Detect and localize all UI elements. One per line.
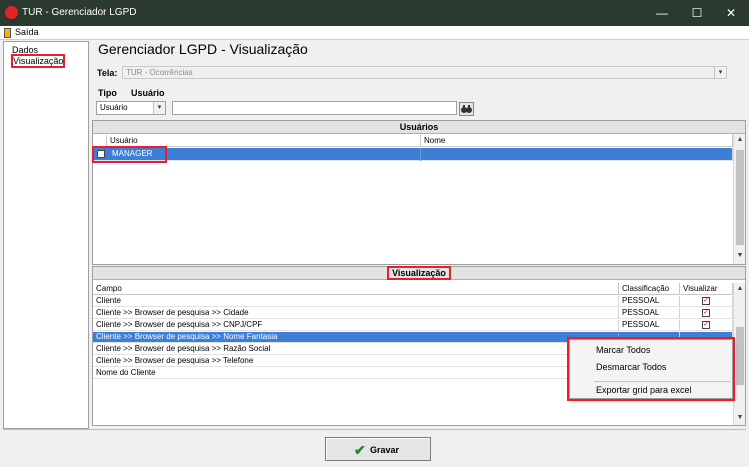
cell-campo: Cliente >> Browser de pesquisa >> Telefo… — [93, 356, 619, 367]
context-menu: Marcar Todos Desmarcar Todos Exportar gr… — [567, 337, 735, 401]
binoculars-icon — [461, 105, 472, 113]
menu-separator — [594, 381, 730, 382]
tipo-label: Tipo — [98, 88, 117, 98]
column-header-nome[interactable]: Nome — [421, 135, 733, 147]
cell-classificacao: PESSOAL — [619, 320, 680, 331]
column-header-visualizar[interactable]: Visualizar — [680, 283, 733, 295]
column-header-usuario[interactable]: Usuário — [107, 135, 421, 147]
sidebar-item-visualizacao[interactable]: Visualização — [10, 54, 66, 68]
cell-campo: Cliente >> Browser de pesquisa >> Razão … — [93, 344, 619, 355]
scroll-down-icon[interactable]: ▼ — [734, 414, 746, 421]
window-title: TUR - Gerenciador LGPD — [22, 7, 137, 18]
tela-label: Tela: — [97, 68, 118, 78]
tela-value: TUR - Ocorrências — [126, 68, 193, 77]
cell-campo: Cliente — [93, 296, 619, 307]
chevron-down-icon: ▾ — [714, 67, 726, 78]
cell-visualizar: ✓ — [680, 320, 733, 331]
cell-campo: Nome do Cliente — [93, 368, 619, 379]
title-bar: TUR - Gerenciador LGPD — ☐ ✕ — [0, 0, 749, 26]
visualizacao-scrollbar[interactable]: ▲ ▼ — [733, 283, 745, 425]
visualizar-checkbox[interactable]: ✓ — [702, 297, 710, 305]
column-header-campo[interactable]: Campo — [93, 283, 619, 295]
scroll-down-icon[interactable]: ▼ — [734, 252, 746, 259]
cell-campo: Cliente >> Browser de pesquisa >> Cidade — [93, 308, 619, 319]
usuarios-grid: Usuários Usuário Nome MANAGER ▲ ▼ — [92, 120, 746, 265]
visualizacao-grid-title-bar: Visualização — [93, 266, 745, 280]
cell-classificacao: PESSOAL — [619, 308, 680, 319]
exit-icon[interactable] — [4, 28, 11, 38]
cell-classificacao: PESSOAL — [619, 296, 680, 307]
checkmark-icon: ✔ — [354, 442, 366, 458]
cell-campo: Cliente >> Browser de pesquisa >> Nome F… — [93, 332, 619, 343]
row-indicator-header — [93, 135, 107, 147]
tela-select[interactable]: TUR - Ocorrências ▾ — [122, 66, 727, 79]
usuarios-scrollbar[interactable]: ▲ ▼ — [733, 134, 745, 264]
search-button[interactable] — [459, 102, 474, 116]
visualizar-checkbox[interactable]: ✓ — [702, 309, 710, 317]
maximize-button[interactable]: ☐ — [680, 0, 714, 26]
table-row[interactable]: Cliente PESSOAL ✓ — [93, 296, 733, 307]
save-label: Gravar — [370, 445, 400, 455]
visualizar-checkbox[interactable]: ✓ — [702, 321, 710, 329]
selected-user-highlight — [92, 146, 167, 163]
page-title: Gerenciador LGPD - Visualização — [98, 41, 308, 57]
cell-campo: Cliente >> Browser de pesquisa >> CNPJ/C… — [93, 320, 619, 331]
cell-nome — [421, 148, 733, 161]
scroll-up-icon[interactable]: ▲ — [734, 285, 746, 292]
cell-visualizar: ✓ — [680, 296, 733, 307]
visualizacao-grid-title: Visualização — [387, 266, 451, 280]
exit-menu-item[interactable]: Saída — [15, 27, 39, 37]
chevron-down-icon: ▾ — [153, 102, 165, 114]
bottom-bar: ✔ Gravar — [3, 429, 746, 464]
cell-visualizar: ✓ — [680, 308, 733, 319]
menu-item-exportar-excel[interactable]: Exportar grid para excel — [574, 384, 698, 398]
table-row[interactable]: MANAGER — [93, 148, 733, 161]
menu-item-marcar-todos[interactable]: Marcar Todos — [574, 344, 698, 358]
close-button[interactable]: ✕ — [714, 0, 748, 26]
usuario-label: Usuário — [131, 88, 165, 98]
scroll-up-icon[interactable]: ▲ — [734, 136, 746, 143]
tipo-value: Usuário — [100, 103, 128, 112]
usuarios-grid-title: Usuários — [93, 121, 745, 134]
table-row[interactable]: Cliente >> Browser de pesquisa >> Cidade… — [93, 308, 733, 319]
usuario-input[interactable] — [172, 101, 457, 115]
app-icon — [5, 6, 18, 19]
menu-bar: Saída — [0, 26, 749, 40]
minimize-button[interactable]: — — [645, 0, 679, 26]
table-row[interactable]: Cliente >> Browser de pesquisa >> CNPJ/C… — [93, 320, 733, 331]
scroll-thumb[interactable] — [736, 327, 744, 385]
save-button[interactable]: ✔ Gravar — [325, 437, 431, 461]
column-header-classificacao[interactable]: Classificação — [619, 283, 680, 295]
sidebar: Dados Visualização — [3, 41, 89, 429]
tipo-select[interactable]: Usuário ▾ — [96, 101, 166, 115]
menu-item-desmarcar-todos[interactable]: Desmarcar Todos — [574, 361, 698, 375]
sidebar-item-dados[interactable]: Dados — [12, 45, 38, 55]
scroll-thumb[interactable] — [736, 150, 744, 245]
